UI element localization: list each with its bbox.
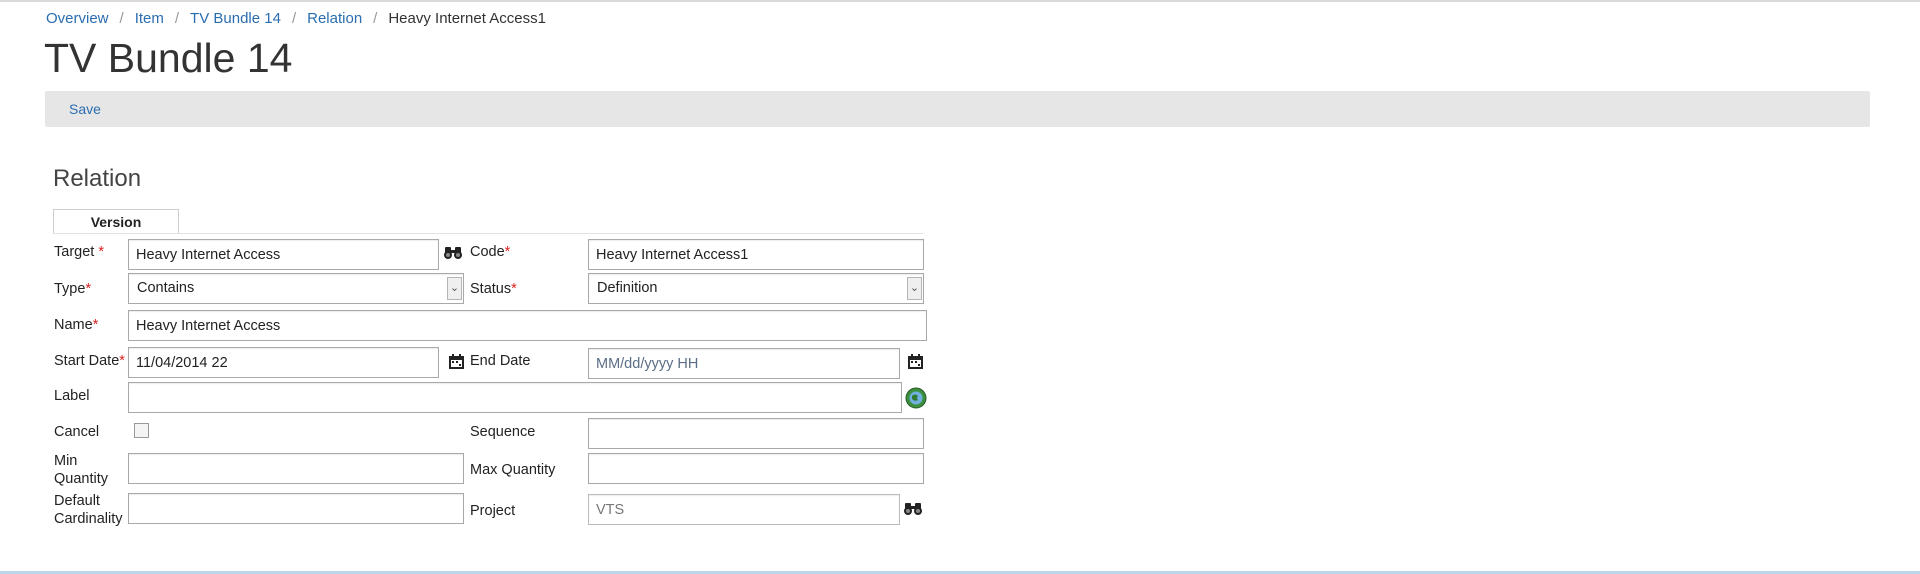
code-label: Code* <box>470 244 511 260</box>
breadcrumb: Overview / Item / TV Bundle 14 / Relation / Heav… <box>46 10 546 27</box>
label-field[interactable] <box>128 382 902 413</box>
breadcrumb-separator: / <box>373 10 378 27</box>
sequence-label: Sequence <box>470 424 536 440</box>
start-date-field[interactable] <box>128 347 439 378</box>
breadcrumb-current: Heavy Internet Access1 <box>388 10 546 27</box>
binoculars-icon[interactable] <box>903 501 923 522</box>
breadcrumb-separator: / <box>174 10 180 27</box>
name-label: Name* <box>54 317 99 333</box>
max-quantity-field[interactable] <box>588 453 924 484</box>
status-select[interactable]: Definition ⌄ <box>588 273 924 304</box>
target-label: Target * <box>54 244 104 260</box>
project-label: Project <box>470 503 516 519</box>
end-date-label: End Date <box>470 353 531 369</box>
min-quantity-field[interactable] <box>128 453 464 484</box>
type-select-value: Contains <box>137 280 195 296</box>
status-select-value: Definition <box>597 280 658 296</box>
required-marker: * <box>92 317 99 333</box>
save-button[interactable]: Save <box>69 101 101 117</box>
default-cardinality-label: Default Cardinality <box>54 493 123 527</box>
breadcrumb-overview[interactable]: Overview <box>46 10 109 27</box>
breadcrumb-separator: / <box>291 10 297 27</box>
chevron-down-icon[interactable]: ⌄ <box>907 277 922 300</box>
end-date-field[interactable] <box>588 348 900 379</box>
sequence-field[interactable] <box>588 418 924 449</box>
chevron-down-icon[interactable]: ⌄ <box>447 277 462 300</box>
min-quantity-label: Min Quantity <box>54 453 108 487</box>
status-label: Status* <box>470 281 517 297</box>
globe-icon[interactable] <box>905 387 927 414</box>
tab-version[interactable]: Version <box>53 209 179 234</box>
required-marker: * <box>98 244 104 260</box>
calendar-icon[interactable] <box>907 354 924 375</box>
required-marker: * <box>119 353 125 369</box>
breadcrumb-tv-bundle[interactable]: TV Bundle 14 <box>190 10 281 27</box>
type-select[interactable]: Contains ⌄ <box>128 273 464 304</box>
section-title: Relation <box>53 165 142 192</box>
page-title: TV Bundle 14 <box>44 35 293 81</box>
project-field[interactable] <box>588 494 900 525</box>
tab-divider <box>53 233 923 234</box>
toolbar: Save <box>45 91 1870 127</box>
required-marker: * <box>504 244 511 260</box>
breadcrumb-item[interactable]: Item <box>135 10 164 27</box>
required-marker: * <box>511 281 517 297</box>
cancel-checkbox[interactable] <box>134 423 149 438</box>
start-date-label: Start Date* <box>54 353 125 369</box>
calendar-icon[interactable] <box>448 354 465 375</box>
cancel-label: Cancel <box>54 424 100 440</box>
max-quantity-label: Max Quantity <box>470 462 556 478</box>
breadcrumb-relation[interactable]: Relation <box>307 10 362 27</box>
target-field[interactable] <box>128 239 439 270</box>
name-field[interactable] <box>128 310 927 341</box>
breadcrumb-separator: / <box>119 10 124 27</box>
top-rule <box>0 0 1920 2</box>
default-cardinality-field[interactable] <box>128 493 464 524</box>
type-label: Type* <box>54 281 92 297</box>
required-marker: * <box>85 281 92 297</box>
label-label: Label <box>54 388 90 404</box>
code-field[interactable] <box>588 239 924 270</box>
binoculars-icon[interactable] <box>443 245 463 266</box>
